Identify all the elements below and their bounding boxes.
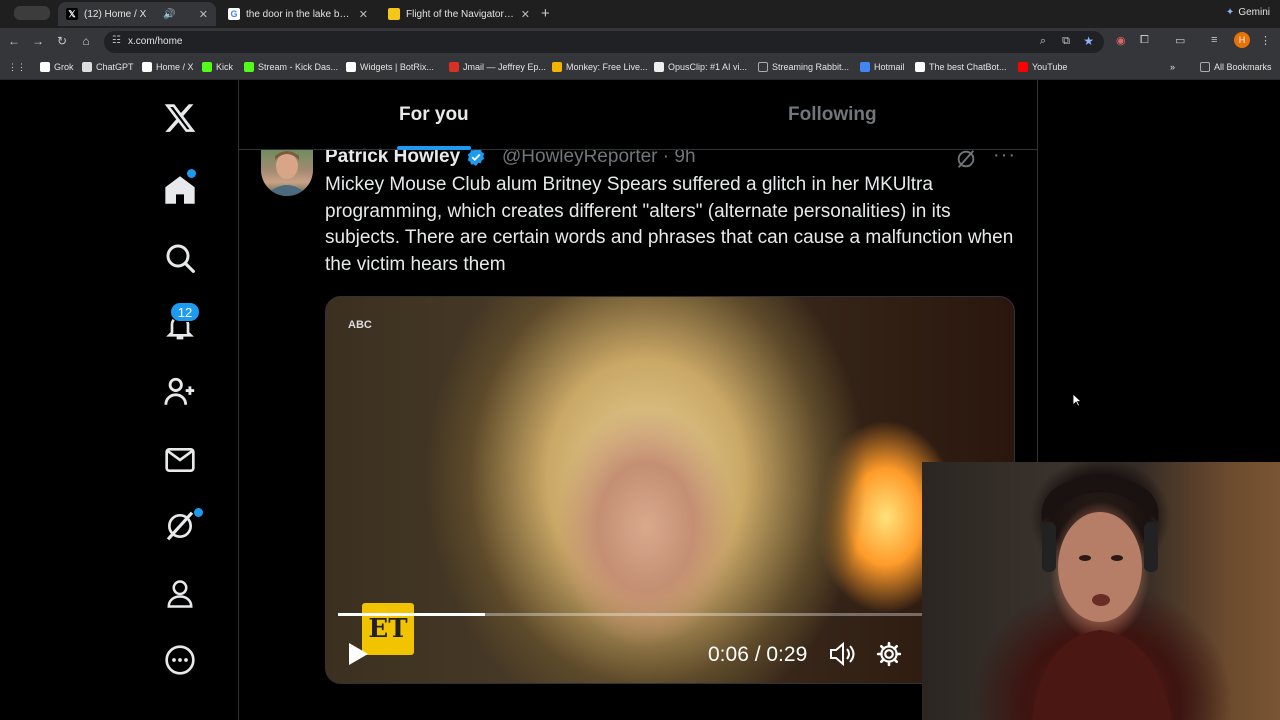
folder-icon: [758, 62, 768, 72]
bookmark-item[interactable]: Monkey: Free Live...: [552, 62, 648, 72]
video-player[interactable]: ABC ET 0:06 / 0:29: [325, 296, 1015, 684]
verified-badge-icon: [467, 147, 485, 167]
new-tab-button[interactable]: +: [541, 5, 550, 22]
bookmark-item[interactable]: Widgets | BotRix...: [346, 62, 434, 72]
extension-icon[interactable]: ◉: [1116, 34, 1126, 47]
tab-flight-navigator[interactable]: Flight of the Navigator (1986) ✕: [380, 2, 538, 26]
bookmark-item[interactable]: Stream - Kick Das...: [244, 62, 338, 72]
active-tab-indicator: [397, 146, 471, 150]
tab-close-icon[interactable]: ✕: [193, 8, 208, 21]
kick-icon: [202, 62, 212, 72]
apps-grid-icon[interactable]: ⋮⋮: [8, 62, 26, 73]
browser-chrome: 𝕏 (12) Home / X 🔊 ✕ G the door in the la…: [0, 0, 1280, 80]
chatbot-icon: [915, 62, 925, 72]
side-panel-icon[interactable]: ▭: [1175, 34, 1185, 47]
reload-icon[interactable]: ↻: [54, 34, 70, 48]
install-icon[interactable]: ⧉: [1062, 35, 1070, 48]
imdb-favicon-icon: [388, 8, 400, 20]
video-watermark: ABC: [348, 319, 372, 331]
bookmark-item[interactable]: Kick: [202, 62, 233, 72]
menu-kebab-icon[interactable]: ⋮: [1260, 34, 1271, 47]
opusclip-icon: [654, 62, 664, 72]
x-favicon-icon: 𝕏: [66, 8, 78, 20]
tab-bar: 𝕏 (12) Home / X 🔊 ✕ G the door in the la…: [0, 0, 1280, 28]
folder-icon: [1200, 62, 1210, 72]
profile-avatar[interactable]: H: [1234, 32, 1250, 48]
post-text: Mickey Mouse Club alum Britney Spears su…: [325, 174, 1014, 275]
url-text: x.com/home: [128, 36, 183, 47]
grok-icon: [40, 62, 50, 72]
bookmark-folder[interactable]: Streaming Rabbit...: [758, 62, 849, 72]
author-avatar[interactable]: [261, 150, 313, 196]
tab-label: (12) Home / X: [84, 8, 147, 20]
home-unread-dot: [187, 169, 196, 178]
tab-search-button[interactable]: [14, 6, 50, 20]
more-options-icon[interactable]: [160, 640, 200, 680]
follow-icon[interactable]: [160, 372, 200, 412]
gmail-icon: [449, 62, 459, 72]
tab-home-x[interactable]: 𝕏 (12) Home / X 🔊 ✕: [58, 2, 216, 26]
gemini-label: Gemini: [1238, 7, 1270, 18]
bookmark-item[interactable]: Jmail — Jeffrey Ep...: [449, 62, 546, 72]
volume-icon[interactable]: [828, 641, 856, 672]
chatgpt-icon: [82, 62, 92, 72]
bookmark-item[interactable]: OpusClip: #1 AI vi...: [654, 62, 747, 72]
tab-label: Flight of the Navigator (1986): [406, 8, 515, 20]
profile-icon[interactable]: [160, 574, 200, 614]
gemini-button[interactable]: ✦ Gemini: [1226, 7, 1270, 18]
bookmark-item[interactable]: ChatGPT: [82, 62, 134, 72]
notification-count-badge: 12: [170, 302, 200, 322]
bookmarks-bar: ⋮⋮ Grok ChatGPT Home / X Kick Stream - K…: [0, 56, 1280, 80]
google-favicon-icon: G: [228, 8, 240, 20]
video-time: 0:06 / 0:29: [708, 643, 808, 666]
gemini-icon: ✦: [1225, 7, 1235, 18]
bookmark-item[interactable]: Grok: [40, 62, 74, 72]
tab-google-search[interactable]: G the door in the lake book sci ✕: [220, 2, 376, 26]
timeline: Patrick Howley @HowleyReporter · 9h ··· …: [238, 80, 1038, 720]
x-icon: [142, 62, 152, 72]
mouse-cursor-icon: [1072, 393, 1083, 412]
kick-icon: [244, 62, 254, 72]
webcam-overlay: [922, 462, 1280, 720]
youtube-icon: [1018, 62, 1028, 72]
audio-icon[interactable]: 🔊: [163, 9, 175, 20]
x-logo-icon[interactable]: [160, 98, 200, 138]
zoom-icon[interactable]: ⌕: [1040, 35, 1046, 48]
feed-tabs: For you Following: [239, 80, 1037, 150]
bookmark-star-icon[interactable]: ★: [1083, 34, 1094, 48]
home-icon[interactable]: ⌂: [78, 34, 94, 48]
more-bookmarks-icon[interactable]: »: [1170, 62, 1175, 72]
video-progress-bar[interactable]: [338, 613, 1004, 616]
tab-close-icon[interactable]: ✕: [353, 8, 368, 21]
hotmail-icon: [860, 62, 870, 72]
tab-close-icon[interactable]: ✕: [515, 8, 530, 21]
botrix-icon: [346, 62, 356, 72]
toolbar: ← → ↻ ⌂ ☷ x.com/home ⌕ ⧉ ★ ◉ ⧠ ▭ ≡ H ⋮: [0, 28, 1280, 56]
site-info-icon[interactable]: ☷: [112, 35, 121, 46]
webcam-person-image: [1032, 474, 1172, 720]
extensions-puzzle-icon[interactable]: ⧠: [1140, 34, 1149, 47]
all-bookmarks[interactable]: All Bookmarks: [1200, 62, 1272, 72]
monkey-icon: [552, 62, 562, 72]
forward-icon[interactable]: →: [30, 34, 46, 48]
settings-gear-icon[interactable]: [876, 641, 902, 672]
search-icon[interactable]: [160, 238, 200, 278]
grok-explain-icon[interactable]: [955, 148, 977, 175]
tab-following[interactable]: Following: [788, 104, 877, 126]
address-bar[interactable]: ☷ x.com/home ⌕ ⧉ ★: [104, 31, 1104, 53]
bookmark-item[interactable]: Hotmail: [860, 62, 905, 72]
back-icon[interactable]: ←: [6, 34, 22, 48]
tab-label: the door in the lake book sci: [246, 8, 353, 20]
grok-unread-dot: [194, 508, 203, 517]
play-button-icon[interactable]: [346, 641, 370, 672]
bookmark-item[interactable]: Home / X: [142, 62, 194, 72]
bookmark-item[interactable]: YouTube: [1018, 62, 1067, 72]
video-progress-fill: [338, 613, 485, 616]
media-icon[interactable]: ≡: [1211, 34, 1217, 46]
bookmark-item[interactable]: The best ChatBot...: [915, 62, 1007, 72]
tab-for-you[interactable]: For you: [399, 104, 469, 126]
messages-envelope-icon[interactable]: [160, 440, 200, 480]
